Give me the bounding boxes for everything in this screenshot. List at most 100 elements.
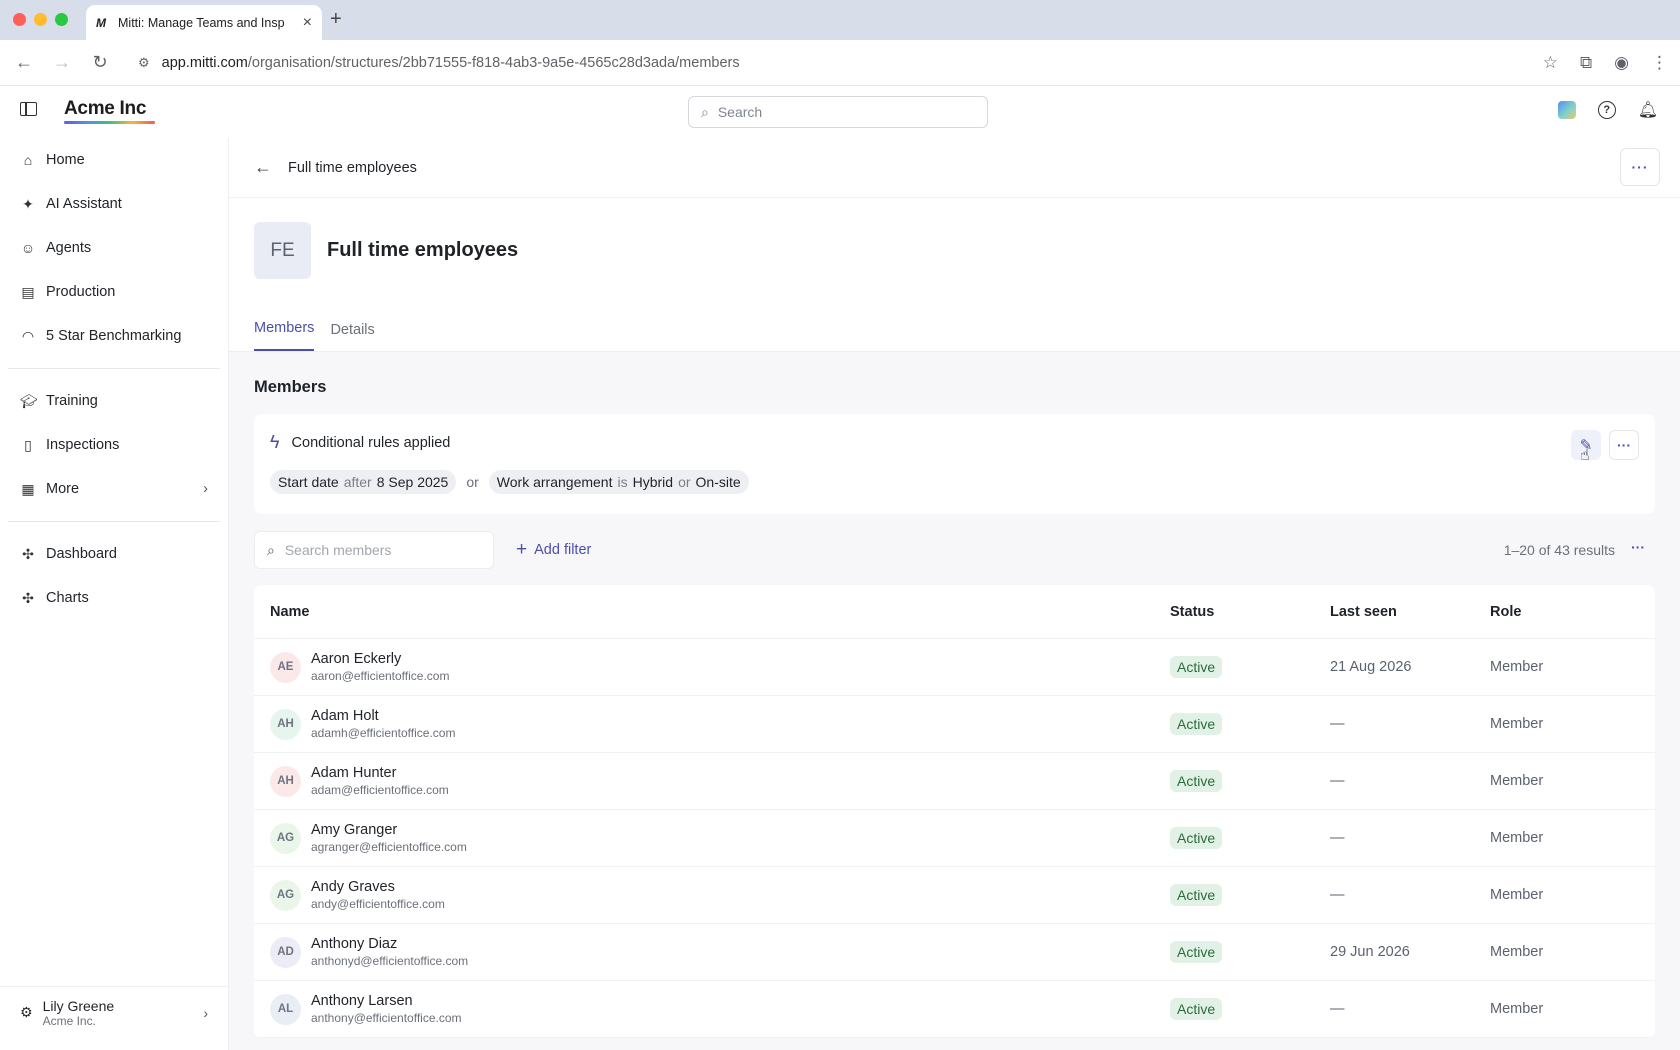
- member-name-cell: AG Amy Granger agranger@efficientoffice.co…: [270, 822, 1170, 854]
- help-icon[interactable]: ?: [1597, 101, 1616, 119]
- status-cell: Active: [1170, 884, 1330, 906]
- close-window-button[interactable]: [13, 13, 26, 26]
- sidebar-item-ai-assistant[interactable]: ✦ AI Assistant: [0, 182, 228, 226]
- rule-operator: after: [343, 474, 372, 490]
- rule-operator: is: [617, 474, 628, 490]
- role: Member: [1490, 659, 1544, 675]
- column-header-last-seen[interactable]: Last seen: [1330, 604, 1490, 620]
- main-content: ← Full time employees ··· FE Full time e…: [229, 138, 1680, 1050]
- sidebar-item-label: Dashboard: [46, 546, 117, 562]
- window-controls: [13, 13, 68, 26]
- maximize-window-button[interactable]: [55, 13, 68, 26]
- forward-arrow-icon[interactable]: →: [50, 52, 74, 73]
- sidebar-item-home[interactable]: ⌂ Home: [0, 138, 228, 182]
- member-name[interactable]: Adam Holt: [311, 708, 455, 724]
- sidebar-item-label: More: [46, 481, 80, 497]
- sidebar-item-more[interactable]: ▦ More ›: [0, 467, 228, 511]
- browser-menu-icon[interactable]: ⋮: [1651, 53, 1668, 73]
- apps-icon[interactable]: [1557, 101, 1576, 119]
- group-avatar: FE: [254, 222, 311, 279]
- last-seen: 21 Aug 2026: [1330, 659, 1412, 675]
- user-org: Acme Inc.: [42, 1013, 96, 1028]
- mouse-pointer-icon: ☝: [1580, 447, 1590, 464]
- minimize-window-button[interactable]: [34, 13, 47, 26]
- table-row[interactable]: AG Amy Granger agranger@efficientoffice.co…: [254, 810, 1655, 867]
- brand-underline: [64, 121, 155, 124]
- members-toolbar: ⌕ Search members + Add filter 1–20 of 43…: [254, 531, 1655, 569]
- role: Member: [1490, 716, 1544, 732]
- browser-window: M Mitti: Manage Teams and Insp × + ← → ↻…: [0, 0, 1680, 1050]
- new-tab-icon[interactable]: +: [330, 8, 342, 31]
- table-row[interactable]: AD Anthony Diaz anthonyd@efficientoffice.c…: [254, 924, 1655, 981]
- sidebar-item-dashboard[interactable]: ✣ Dashboard: [0, 532, 228, 576]
- member-name[interactable]: Amy Granger: [311, 822, 467, 838]
- last-seen: —: [1330, 773, 1345, 789]
- global-search-input[interactable]: ⌕ Search: [688, 96, 988, 128]
- rules-title: Conditional rules applied: [291, 434, 451, 451]
- column-header-role[interactable]: Role: [1490, 604, 1639, 620]
- table-row[interactable]: AG Andy Graves andy@efficientoffice.com Act…: [254, 867, 1655, 924]
- notifications-bell-icon[interactable]: 🔔︎: [1638, 100, 1658, 120]
- member-name[interactable]: Adam Hunter: [311, 765, 449, 781]
- rules-more-options-button[interactable]: ···: [1609, 430, 1639, 460]
- section-title: Members: [254, 378, 327, 396]
- brand-logo[interactable]: Acme Inc: [64, 98, 146, 120]
- last-seen: —: [1330, 830, 1345, 846]
- add-filter-button[interactable]: + Add filter: [516, 539, 591, 561]
- member-name[interactable]: Anthony Larsen: [311, 993, 462, 1009]
- sidebar-item-agents[interactable]: ☺ Agents: [0, 226, 228, 270]
- status-badge: Active: [1170, 770, 1223, 792]
- back-arrow-icon[interactable]: ←: [254, 157, 272, 178]
- sidebar-item-5-star-benchmarking[interactable]: ◠ 5 Star Benchmarking: [0, 314, 228, 358]
- results-count: 1–20 of 43 results: [1503, 542, 1615, 558]
- table-row[interactable]: AH Adam Holt adamh@efficientoffice.com Acti…: [254, 696, 1655, 753]
- tab-members[interactable]: Members: [254, 320, 315, 351]
- site-settings-icon[interactable]: ⚙: [138, 55, 150, 71]
- last-seen: 29 Jun 2026: [1330, 944, 1410, 960]
- sidebar-item-charts[interactable]: ✣ Charts: [0, 576, 228, 620]
- user-menu[interactable]: ⚙ Lily Greene Acme Inc. ›: [0, 986, 228, 1038]
- bookmark-star-icon[interactable]: ☆: [1543, 53, 1558, 73]
- status-badge: Active: [1170, 884, 1223, 906]
- table-more-options-button[interactable]: ···: [1631, 539, 1645, 555]
- sidebar-item-training[interactable]: 🎓︎ Training: [0, 379, 228, 423]
- members-search-input[interactable]: ⌕ Search members: [254, 531, 494, 569]
- members-search-placeholder: Search members: [284, 542, 392, 558]
- page-more-options-button[interactable]: ···: [1620, 148, 1660, 186]
- sidebar-toggle-icon[interactable]: [20, 102, 37, 116]
- home-icon: ⌂: [23, 152, 33, 168]
- role: Member: [1490, 944, 1544, 960]
- browser-tab[interactable]: M Mitti: Manage Teams and Insp ×: [86, 5, 322, 40]
- member-name-cell: AL Anthony Larsen anthony@efficientoffice.…: [270, 993, 1170, 1025]
- status-cell: Active: [1170, 770, 1330, 792]
- status-cell: Active: [1170, 998, 1330, 1020]
- sidebar-divider: [8, 521, 220, 522]
- member-name[interactable]: Anthony Diaz: [311, 936, 468, 952]
- reload-icon[interactable]: ↻: [88, 52, 112, 73]
- profile-icon[interactable]: ◉: [1614, 53, 1629, 73]
- conditional-rules-card: ϟ Conditional rules applied Start date a…: [254, 414, 1655, 514]
- status-badge: Active: [1170, 998, 1223, 1020]
- sidebar-item-production[interactable]: ▤ Production: [0, 270, 228, 314]
- rule-field: Work arrangement: [496, 474, 613, 490]
- url-field[interactable]: ⚙ app.mitti.com/organisation/structures/…: [126, 46, 1529, 79]
- member-email: andy@efficientoffice.com: [311, 897, 445, 911]
- add-filter-label: Add filter: [534, 542, 592, 558]
- tab-details[interactable]: Details: [330, 322, 374, 351]
- sidebar-item-label: AI Assistant: [46, 196, 122, 212]
- table-row[interactable]: AL Anthony Larsen anthony@efficientoffice.…: [254, 981, 1655, 1038]
- rule-value: Hybrid: [632, 474, 674, 490]
- column-header-status[interactable]: Status: [1170, 604, 1330, 620]
- sidebar-item-inspections[interactable]: ▯ Inspections: [0, 423, 228, 467]
- rule-chip-start-date: Start date after 8 Sep 2025: [270, 470, 457, 494]
- tab-favicon-icon: M: [96, 15, 106, 30]
- member-name[interactable]: Aaron Eckerly: [311, 651, 449, 667]
- table-row[interactable]: AE Aaron Eckerly aaron@efficientoffice.com…: [254, 639, 1655, 696]
- back-arrow-icon[interactable]: ←: [12, 52, 36, 73]
- table-row[interactable]: AH Adam Hunter adam@efficientoffice.com Act…: [254, 753, 1655, 810]
- close-tab-icon[interactable]: ×: [303, 14, 312, 32]
- member-email: anthonyd@efficientoffice.com: [311, 954, 469, 968]
- extensions-icon[interactable]: ⧉: [1580, 53, 1592, 73]
- member-name[interactable]: Andy Graves: [311, 879, 445, 895]
- column-header-name[interactable]: Name: [270, 604, 1170, 620]
